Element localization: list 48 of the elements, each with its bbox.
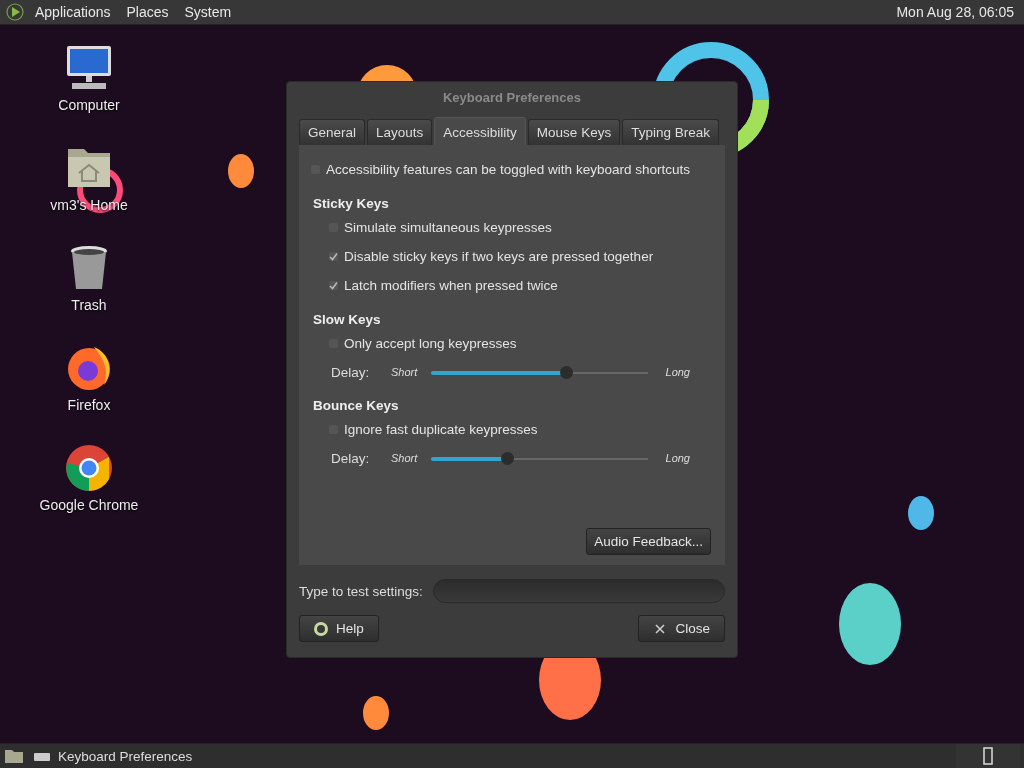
close-icon [653, 621, 668, 636]
slider-thumb[interactable] [500, 451, 514, 465]
checkbox-label[interactable]: Ignore fast duplicate keypresses [344, 422, 538, 437]
wallpaper-bubble [908, 496, 934, 530]
checkbox[interactable] [329, 281, 338, 290]
checkbox-label[interactable]: Latch modifiers when pressed twice [344, 278, 558, 293]
slider-max-label: Long [664, 452, 690, 464]
tab[interactable]: Accessibility [434, 117, 526, 145]
workspace-icon[interactable] [983, 747, 993, 765]
icon-label[interactable]: Trash [71, 297, 107, 313]
menu-item[interactable]: System [179, 2, 237, 22]
audio-feedback-button[interactable]: Audio Feedback... [586, 528, 711, 555]
taskbar-window-button[interactable]: Keyboard Preferences [32, 748, 195, 764]
help-button[interactable]: Help [299, 615, 379, 642]
help-icon [314, 621, 328, 636]
checkbox[interactable] [329, 252, 338, 261]
wallpaper-bubble [228, 154, 254, 188]
section-heading: Bounce Keys [313, 398, 400, 413]
menu-item[interactable]: Places [121, 2, 174, 22]
slider-min-label: Short [391, 452, 419, 464]
checkbox-label[interactable]: Only accept long keypresses [344, 336, 517, 351]
section-heading: Sticky Keys [313, 196, 390, 211]
tab[interactable]: General [299, 119, 366, 145]
slider-label: Delay: [331, 450, 371, 466]
menu-item[interactable]: Applications [30, 2, 116, 22]
tab[interactable]: Typing Break [622, 119, 719, 145]
keyboard-icon [34, 751, 50, 761]
desktop-folder-icon[interactable] [4, 748, 24, 764]
slider-max-label: Long [664, 366, 690, 378]
slider-label: Delay: [331, 364, 371, 380]
field-label: Type to test settings: [299, 583, 423, 599]
close-button[interactable]: Close [638, 615, 725, 642]
window-title: Keyboard Preferences [442, 89, 582, 107]
tab[interactable]: Layouts [367, 119, 433, 145]
section-heading: Slow Keys [313, 312, 382, 327]
slider-thumb[interactable] [560, 365, 574, 379]
icon-label[interactable]: Firefox [67, 397, 111, 413]
logo-icon[interactable] [6, 3, 24, 21]
checkbox-label[interactable]: Disable sticky keys if two keys are pressed together [344, 249, 654, 264]
chrome-icon[interactable] [64, 443, 114, 493]
tab[interactable]: Mouse Keys [527, 119, 621, 145]
icon-label[interactable]: Google Chrome [39, 497, 139, 513]
wallpaper-bubble [363, 696, 389, 730]
checkbox-label[interactable]: Simulate simultaneous keypresses [344, 220, 552, 235]
clock[interactable]: Mon Aug 28, 06:05 [896, 4, 1018, 20]
icon-label[interactable]: Computer [58, 97, 120, 113]
checkbox-label[interactable]: Accessibility features can be toggled with keyboard shortcuts [326, 162, 690, 177]
slider-min-label: Short [391, 366, 419, 378]
